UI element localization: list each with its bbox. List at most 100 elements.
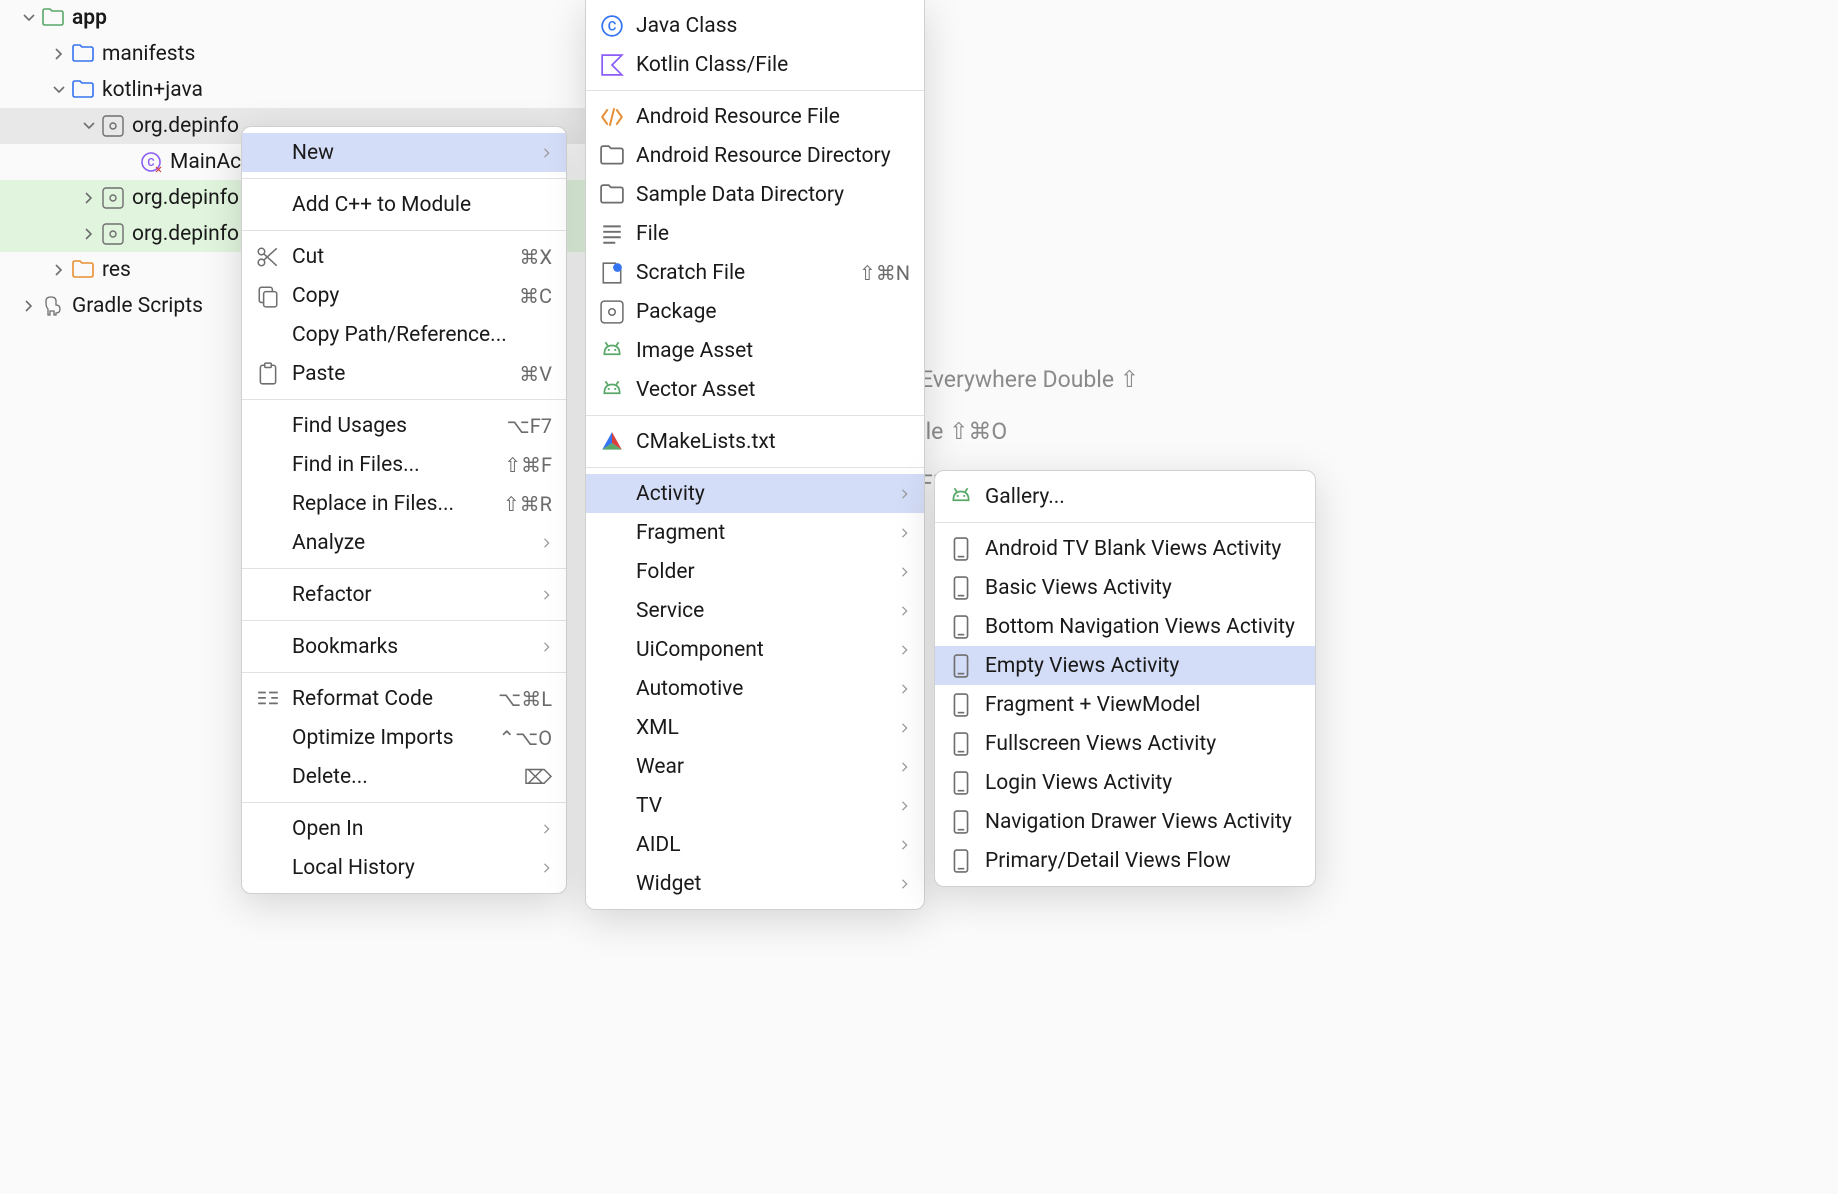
menu-item-service[interactable]: Service (586, 591, 924, 630)
menu-item-optimize-imports[interactable]: Optimize Imports ⌃⌥O (242, 718, 566, 757)
menu-item-package[interactable]: Package (586, 292, 924, 331)
menu-item-bottom-navigation[interactable]: Bottom Navigation Views Activity (935, 607, 1315, 646)
res-folder-icon (72, 259, 94, 281)
menu-separator (242, 802, 566, 803)
menu-separator (242, 568, 566, 569)
folder-icon (600, 144, 624, 168)
tree-label: org.depinfo (132, 114, 239, 138)
tree-node-kotlin-java[interactable]: kotlin+java (0, 72, 600, 108)
scissors-icon (256, 245, 280, 269)
chevron-right-icon (900, 716, 910, 740)
menu-item-new[interactable]: New (242, 133, 566, 172)
menu-item-aidl[interactable]: AIDL (586, 825, 924, 864)
chevron-right-icon (900, 677, 910, 701)
menu-item-sample-data-directory[interactable]: Sample Data Directory (586, 175, 924, 214)
phone-icon (949, 732, 973, 756)
menu-item-local-history[interactable]: Local History (242, 848, 566, 887)
chevron-right-icon[interactable] (50, 261, 68, 279)
package-icon (102, 115, 124, 137)
menu-separator (935, 522, 1315, 523)
menu-separator (242, 399, 566, 400)
menu-item-delete[interactable]: Delete... ⌦ (242, 757, 566, 796)
phone-icon (949, 849, 973, 873)
chevron-down-icon[interactable] (80, 117, 98, 135)
menu-item-widget[interactable]: Widget (586, 864, 924, 903)
menu-item-uicomponent[interactable]: UiComponent (586, 630, 924, 669)
menu-item-image-asset[interactable]: Image Asset (586, 331, 924, 370)
menu-item-copy-path[interactable]: Copy Path/Reference... (242, 315, 566, 354)
menu-item-login-views-activity[interactable]: Login Views Activity (935, 763, 1315, 802)
package-icon (102, 223, 124, 245)
menu-separator (242, 620, 566, 621)
tree-label: MainAct (170, 150, 248, 174)
menu-item-navigation-drawer[interactable]: Navigation Drawer Views Activity (935, 802, 1315, 841)
menu-item-add-cpp[interactable]: Add C++ to Module (242, 185, 566, 224)
chevron-right-icon (900, 560, 910, 584)
menu-item-kotlin-class[interactable]: Kotlin Class/File (586, 45, 924, 84)
menu-item-wear[interactable]: Wear (586, 747, 924, 786)
menu-item-refactor[interactable]: Refactor (242, 575, 566, 614)
menu-item-fragment[interactable]: Fragment (586, 513, 924, 552)
chevron-right-icon[interactable] (50, 45, 68, 63)
phone-icon (949, 576, 973, 600)
hint-line: ile ⇧⌘O (920, 406, 1139, 458)
tree-node-manifests[interactable]: manifests (0, 36, 600, 72)
menu-separator (586, 415, 924, 416)
menu-item-find-in-files[interactable]: Find in Files... ⇧⌘F (242, 445, 566, 484)
menu-item-bookmarks[interactable]: Bookmarks (242, 627, 566, 666)
folder-icon (72, 79, 94, 101)
menu-item-reformat-code[interactable]: Reformat Code ⌥⌘L (242, 679, 566, 718)
menu-item-xml[interactable]: XML (586, 708, 924, 747)
chevron-down-icon[interactable] (50, 81, 68, 99)
menu-item-file[interactable]: File (586, 214, 924, 253)
menu-item-analyze[interactable]: Analyze (242, 523, 566, 562)
context-menu: New Add C++ to Module Cut ⌘X Copy ⌘C Cop… (241, 126, 567, 894)
clipboard-icon (256, 362, 280, 386)
menu-item-android-resource-directory[interactable]: Android Resource Directory (586, 136, 924, 175)
chevron-right-icon (900, 872, 910, 896)
copy-icon (256, 284, 280, 308)
menu-separator (586, 90, 924, 91)
menu-item-fragment-viewmodel[interactable]: Fragment + ViewModel (935, 685, 1315, 724)
menu-item-activity[interactable]: Activity (586, 474, 924, 513)
menu-item-fullscreen-views-activity[interactable]: Fullscreen Views Activity (935, 724, 1315, 763)
phone-icon (949, 654, 973, 678)
menu-item-paste[interactable]: Paste ⌘V (242, 354, 566, 393)
menu-item-tv[interactable]: TV (586, 786, 924, 825)
menu-item-copy[interactable]: Copy ⌘C (242, 276, 566, 315)
file-icon (600, 222, 624, 246)
menu-item-vector-asset[interactable]: Vector Asset (586, 370, 924, 409)
menu-item-cut[interactable]: Cut ⌘X (242, 237, 566, 276)
menu-item-android-resource-file[interactable]: Android Resource File (586, 97, 924, 136)
menu-separator (586, 467, 924, 468)
menu-item-cmakelists[interactable]: CMakeLists.txt (586, 422, 924, 461)
folder-icon (600, 183, 624, 207)
menu-item-java-class[interactable]: Java Class (586, 6, 924, 45)
menu-item-replace-in-files[interactable]: Replace in Files... ⇧⌘R (242, 484, 566, 523)
chevron-right-icon (900, 638, 910, 662)
menu-item-folder[interactable]: Folder (586, 552, 924, 591)
menu-item-find-usages[interactable]: Find Usages ⌥F7 (242, 406, 566, 445)
chevron-right-icon[interactable] (80, 189, 98, 207)
tree-node-app[interactable]: app (0, 0, 600, 36)
menu-item-basic-views-activity[interactable]: Basic Views Activity (935, 568, 1315, 607)
chevron-right-icon[interactable] (20, 297, 38, 315)
menu-item-scratch-file[interactable]: Scratch File ⇧⌘N (586, 253, 924, 292)
menu-separator (242, 230, 566, 231)
phone-icon (949, 615, 973, 639)
tree-label: manifests (102, 42, 195, 66)
android-icon (600, 378, 624, 402)
menu-item-empty-views-activity[interactable]: Empty Views Activity (935, 646, 1315, 685)
gradle-icon (42, 295, 64, 317)
chevron-right-icon[interactable] (80, 225, 98, 243)
menu-item-gallery[interactable]: Gallery... (935, 477, 1315, 516)
reformat-icon (256, 687, 280, 711)
chevron-down-icon[interactable] (20, 9, 38, 27)
menu-item-open-in[interactable]: Open In (242, 809, 566, 848)
menu-item-primary-detail[interactable]: Primary/Detail Views Flow (935, 841, 1315, 880)
android-icon (600, 339, 624, 363)
chevron-right-icon (900, 833, 910, 857)
menu-item-automotive[interactable]: Automotive (586, 669, 924, 708)
phone-icon (949, 771, 973, 795)
menu-item-android-tv-blank[interactable]: Android TV Blank Views Activity (935, 529, 1315, 568)
